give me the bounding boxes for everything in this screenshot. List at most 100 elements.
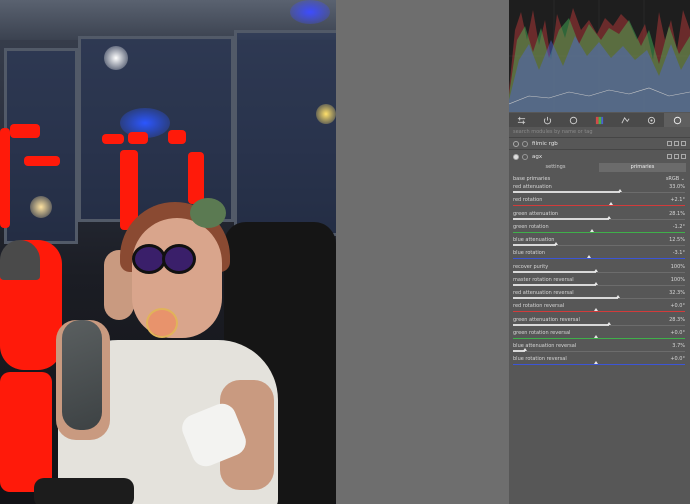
slider-red-rotation[interactable]: red rotation +2.1°	[512, 197, 686, 209]
slider-track[interactable]	[513, 231, 685, 233]
slider-fill	[513, 297, 618, 299]
slider-label: red rotation reversal	[513, 303, 565, 310]
slider-red-attenuation-reversal[interactable]: red attenuation reversal 32.3%	[512, 290, 686, 302]
slider-handle[interactable]	[607, 215, 612, 219]
slider-value: +0.0°	[670, 356, 685, 363]
slider-value: 3.7%	[672, 343, 685, 349]
quick-access-tab[interactable]	[509, 113, 535, 127]
slider-track[interactable]	[513, 337, 685, 339]
active-modules-tab[interactable]	[535, 113, 561, 127]
slider-value: +2.1°	[670, 197, 685, 204]
sunglasses-lens	[132, 244, 166, 274]
slider-handle[interactable]	[607, 321, 612, 325]
slider-label: recover purity	[513, 263, 549, 270]
correct-modules-tab[interactable]	[612, 113, 638, 127]
base-modules-tab[interactable]	[561, 113, 587, 127]
tab-primaries[interactable]: primaries	[599, 163, 686, 172]
slider-red-attenuation[interactable]: red attenuation 33.0%	[512, 184, 686, 196]
clipping-overlay	[168, 130, 186, 144]
divider	[509, 149, 690, 150]
light-spot	[316, 104, 336, 124]
color-icon	[595, 116, 604, 124]
clipping-overlay	[0, 128, 10, 228]
slider-track[interactable]	[513, 311, 685, 313]
light-spot	[104, 46, 128, 70]
power-icon	[544, 116, 552, 124]
slider-fill	[513, 191, 620, 193]
presets-menu-icon[interactable]	[681, 154, 686, 159]
slider-handle[interactable]	[593, 281, 598, 285]
slider-green-rotation[interactable]: green rotation -1.2°	[512, 224, 686, 236]
reset-icon[interactable]	[674, 141, 679, 146]
slider-label: green attenuation reversal	[513, 316, 580, 323]
slider-handle[interactable]	[523, 348, 528, 351]
slider-value: +0.0°	[670, 303, 685, 310]
slider-handle[interactable]	[554, 242, 558, 245]
slider-recover-purity[interactable]: recover purity 100%	[512, 264, 686, 276]
combobox-label: base primaries	[513, 176, 551, 182]
slider-track[interactable]	[513, 351, 685, 352]
module-name: agx	[532, 153, 543, 160]
slider-blue-rotation-reversal[interactable]: blue rotation reversal +0.0°	[512, 356, 686, 368]
slider-handle[interactable]	[593, 308, 598, 312]
module-tabs: settings primaries	[512, 163, 686, 172]
slider-fill	[513, 270, 596, 273]
effect-modules-tab[interactable]	[638, 113, 664, 127]
slider-label: blue rotation reversal	[513, 356, 567, 363]
clipping-overlay	[0, 372, 52, 492]
hair-bun	[190, 198, 226, 228]
presets-menu-icon[interactable]	[681, 141, 686, 146]
sunglasses-lens	[162, 244, 196, 274]
clipping-overlay	[10, 124, 40, 138]
slider-handle[interactable]	[593, 361, 598, 365]
slider-handle[interactable]	[593, 334, 598, 338]
slider-green-attenuation[interactable]: green attenuation 28.1%	[512, 211, 686, 223]
circle-icon	[569, 116, 578, 124]
color-modules-tab[interactable]	[587, 113, 613, 127]
slider-track[interactable]	[513, 258, 685, 260]
slider-fill	[513, 217, 610, 220]
multi-instance-icon[interactable]	[667, 154, 672, 159]
slider-label: master rotation reversal	[513, 276, 574, 283]
slider-red-rotation-reversal[interactable]: red rotation reversal +0.0°	[512, 303, 686, 315]
clipping-overlay	[24, 156, 60, 166]
tab-settings[interactable]: settings	[512, 163, 599, 172]
module-header-filmic[interactable]: filmic rgb	[509, 138, 690, 149]
slider-value: 28.3%	[669, 316, 685, 323]
slider-handle[interactable]	[590, 228, 595, 232]
slider-green-attenuation-reversal[interactable]: green attenuation reversal 28.3%	[512, 317, 686, 329]
presets-tab[interactable]	[664, 113, 690, 127]
quick-access-icon	[518, 116, 526, 124]
histogram[interactable]	[509, 0, 690, 112]
tattoo	[62, 320, 102, 430]
slider-master-rotation-reversal[interactable]: master rotation reversal 100%	[512, 277, 686, 289]
slider-track[interactable]	[513, 364, 685, 366]
slider-blue-attenuation-reversal[interactable]: blue attenuation reversal 3.7%	[512, 343, 686, 355]
slider-blue-attenuation[interactable]: blue attenuation 12.5%	[512, 237, 686, 249]
slider-handle[interactable]	[586, 255, 591, 259]
slider-handle[interactable]	[615, 295, 620, 298]
module-search-input[interactable]: search modules by name or tag	[511, 128, 688, 136]
clipping-overlay	[102, 134, 124, 144]
necklace	[146, 308, 178, 338]
slider-label: red rotation	[513, 197, 543, 204]
correct-icon	[621, 116, 630, 123]
slider-track[interactable]	[513, 205, 685, 207]
slider-value: 32.3%	[669, 290, 685, 296]
slider-value: 100%	[670, 263, 685, 270]
reset-icon[interactable]	[674, 154, 679, 159]
slider-green-rotation-reversal[interactable]: green rotation reversal +0.0°	[512, 330, 686, 342]
multi-instance-icon[interactable]	[667, 141, 672, 146]
effect-icon	[647, 116, 655, 124]
slider-handle[interactable]	[609, 202, 614, 206]
slider-handle[interactable]	[593, 268, 598, 272]
slider-handle[interactable]	[617, 189, 622, 192]
image-preview[interactable]	[0, 0, 336, 504]
power-icon[interactable]	[513, 140, 519, 147]
slider-blue-rotation[interactable]: blue rotation -3.1°	[512, 250, 686, 262]
module-header-agx[interactable]: agx	[509, 151, 690, 162]
slider-value: 33.0%	[669, 184, 685, 190]
power-icon[interactable]	[513, 153, 519, 160]
slider-label: green rotation	[513, 223, 549, 230]
base-primaries-combobox[interactable]: base primaries sRGB ⌄	[512, 175, 686, 183]
